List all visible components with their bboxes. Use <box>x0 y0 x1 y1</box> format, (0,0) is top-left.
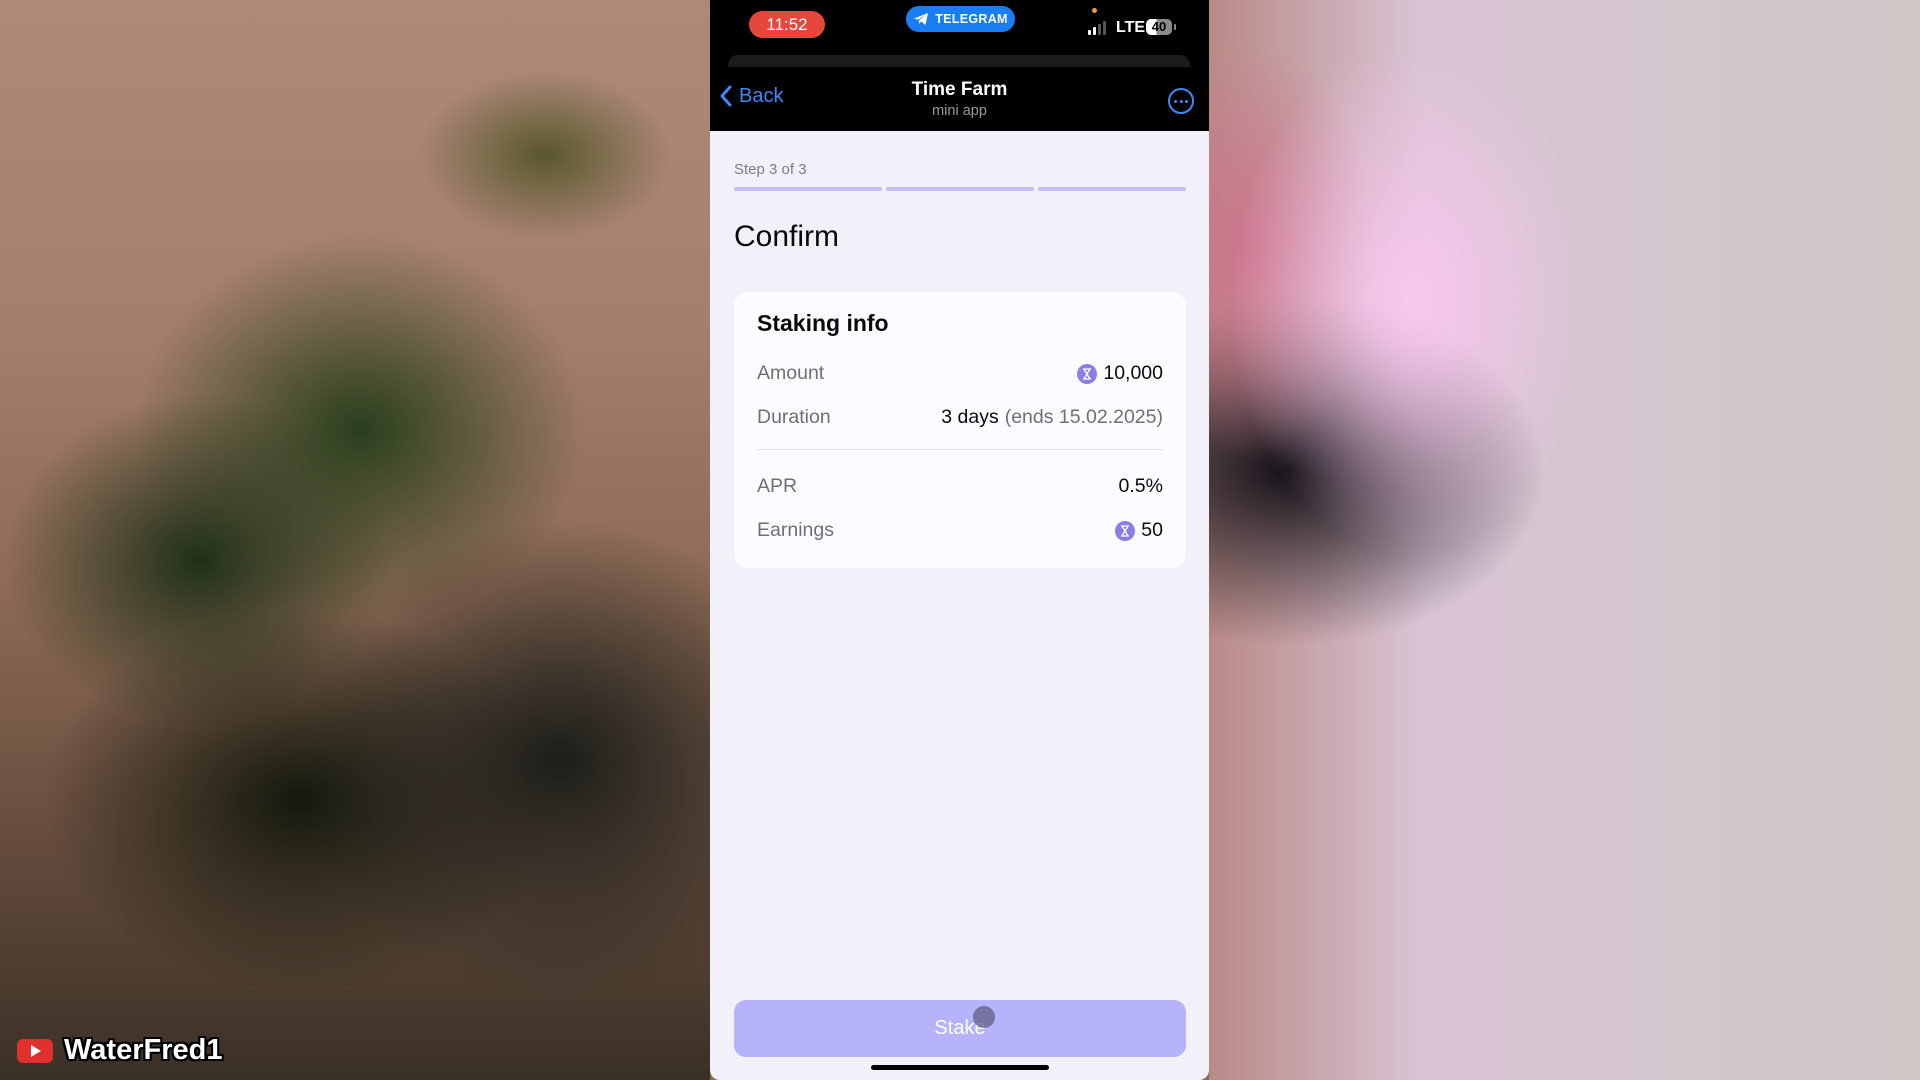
row-label: Duration <box>757 406 831 428</box>
step-bar-3 <box>1038 187 1186 191</box>
step-bar-2 <box>886 187 1034 191</box>
divider <box>757 449 1163 450</box>
touch-indicator <box>973 1006 995 1028</box>
row-label: Earnings <box>757 519 834 541</box>
row-value: 50 <box>1115 519 1163 542</box>
telegram-pill-label: TELEGRAM <box>935 12 1008 26</box>
page-title: Confirm <box>734 220 840 253</box>
youtube-icon <box>17 1038 53 1063</box>
watermark: WaterFred1 <box>17 1034 222 1067</box>
step-indicator: Step 3 of 3 <box>734 161 807 178</box>
channel-name: WaterFred1 <box>64 1034 223 1066</box>
duration-value: 3 days <box>941 406 999 428</box>
battery-icon: 40 <box>1146 19 1176 35</box>
amount-value: 10,000 <box>1103 362 1163 384</box>
signal-icon <box>1088 21 1106 35</box>
info-row-apr: APR 0.5% <box>757 475 1163 498</box>
info-row-duration: Duration 3 days (ends 15.02.2025) <box>757 406 1163 429</box>
row-value: 3 days (ends 15.02.2025) <box>941 406 1163 429</box>
telegram-icon <box>914 13 929 25</box>
more-icon-dot <box>1185 99 1188 103</box>
earnings-value: 50 <box>1141 519 1163 541</box>
app-title: Time Farm <box>911 79 1008 100</box>
blurred-background-right <box>1209 0 1920 1080</box>
row-value: 10,000 <box>1077 362 1163 385</box>
row-label: APR <box>757 475 798 497</box>
app-subtitle: mini app <box>932 103 987 119</box>
network-type: LTE <box>1116 19 1146 36</box>
telegram-pill[interactable]: TELEGRAM <box>906 6 1015 32</box>
phone-screen: 11:52 TELEGRAM LTE 40 Back Time Farm min… <box>710 0 1209 1080</box>
more-options-button[interactable] <box>1168 88 1194 114</box>
home-indicator[interactable] <box>871 1065 1049 1070</box>
card-title: Staking info <box>757 310 889 336</box>
time-coin-icon <box>1077 363 1098 384</box>
info-row-amount: Amount 10,000 <box>757 362 1163 385</box>
row-label: Amount <box>757 362 825 384</box>
stake-button[interactable]: Stake <box>734 1000 1186 1057</box>
apr-value: 0.5% <box>1118 475 1163 497</box>
staking-info-card: Staking info Amount 10,000 Duration 3 da… <box>734 292 1186 568</box>
step-progress <box>734 187 1186 191</box>
sheet-edge <box>728 55 1190 67</box>
more-icon-dot <box>1174 99 1177 103</box>
mic-indicator-dot <box>1092 8 1097 13</box>
time-coin-icon <box>1115 520 1136 541</box>
status-time: 11:52 <box>749 11 825 38</box>
duration-end-date: (ends 15.02.2025) <box>1004 406 1163 428</box>
info-row-earnings: Earnings 50 <box>757 519 1163 542</box>
more-icon-dot <box>1179 99 1183 103</box>
step-bar-1 <box>734 187 882 191</box>
blurred-background-left <box>0 0 710 1080</box>
